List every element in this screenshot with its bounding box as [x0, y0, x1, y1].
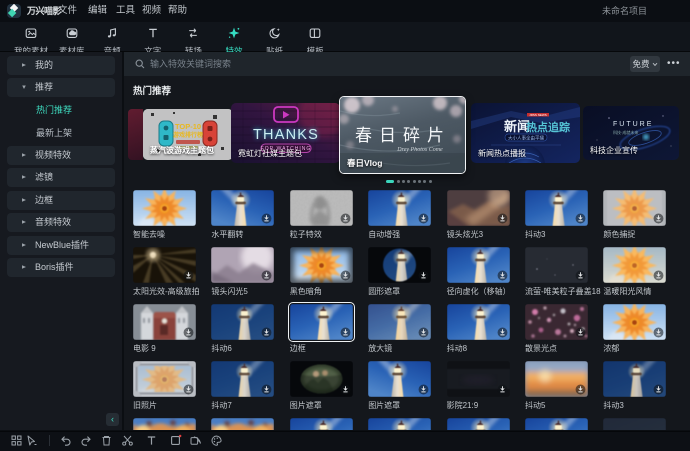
svg-text:TOP-10: TOP-10: [175, 122, 201, 131]
svg-text:Drey Photos Come: Drey Photos Come: [396, 147, 443, 153]
svg-text:科技·成就未来: 科技·成就未来: [613, 129, 638, 135]
svg-text:JRSS NEWS: JRSS NEWS: [529, 113, 547, 117]
svg-text:FUTURE: FUTURE: [613, 121, 653, 128]
svg-text:热点追踪: 热点追踪: [526, 120, 570, 134]
svg-text:春日碎片: 春日碎片: [355, 126, 451, 145]
svg-text:大小人事全由平播: 大小人事全由平播: [508, 134, 544, 141]
svg-text:游戏排行榜: 游戏排行榜: [173, 131, 203, 139]
svg-text:THANKS: THANKS: [253, 127, 319, 143]
